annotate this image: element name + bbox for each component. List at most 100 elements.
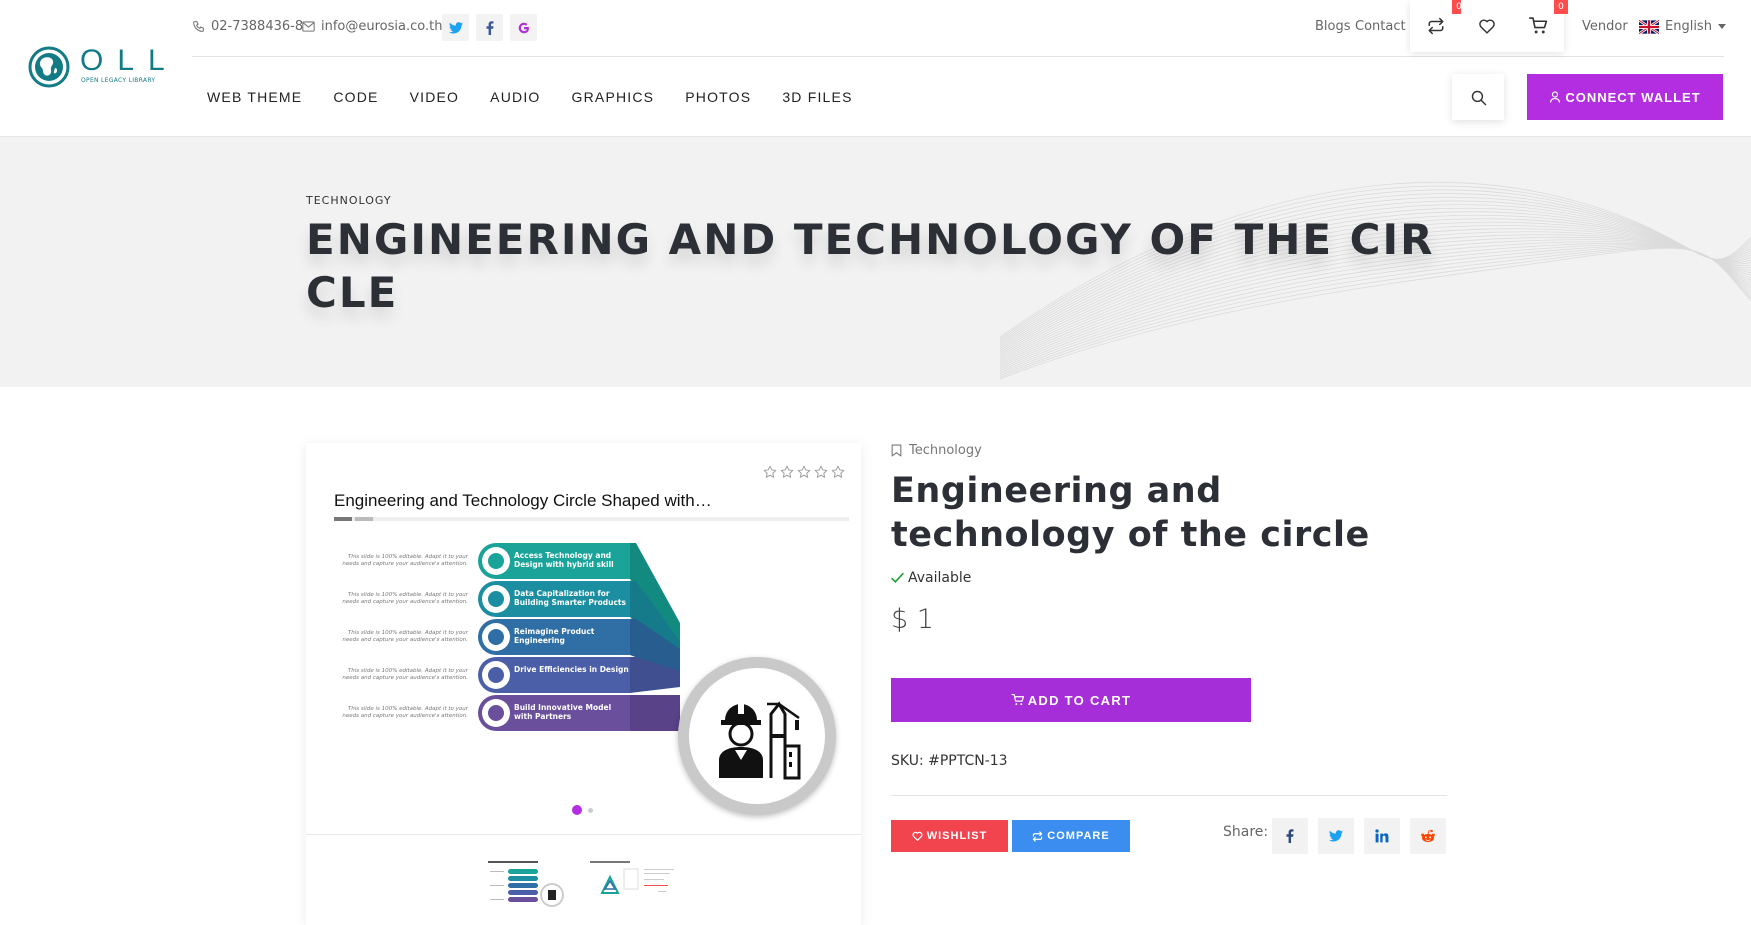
share-facebook-button[interactable] bbox=[1272, 818, 1308, 854]
wishlist-label: WISHLIST bbox=[926, 830, 988, 842]
star-icon[interactable] bbox=[831, 465, 845, 479]
thumbnail-strip bbox=[306, 834, 861, 925]
gallery-slide[interactable]: Engineering and Technology Circle Shaped… bbox=[326, 491, 849, 815]
compare-label: COMPARE bbox=[1047, 830, 1110, 842]
thumbnail-1[interactable] bbox=[486, 859, 576, 911]
contact-link[interactable]: Contact bbox=[1355, 19, 1406, 34]
product-price: $ 1 bbox=[891, 604, 934, 635]
product-category[interactable]: Technology bbox=[891, 443, 1447, 458]
pie-chart-icon bbox=[482, 699, 510, 727]
cart-icon bbox=[1011, 694, 1024, 706]
slide-progress bbox=[334, 517, 849, 521]
facebook-icon bbox=[486, 20, 493, 35]
header-action-icons: 0 0 bbox=[1410, 0, 1568, 52]
gear-icon bbox=[482, 661, 510, 689]
nav-item-graphics[interactable]: GRAPHICS bbox=[572, 89, 655, 105]
star-icon[interactable] bbox=[780, 465, 794, 479]
product-info: Technology Engineering and technology of… bbox=[891, 443, 1447, 854]
product-category-label: Technology bbox=[909, 443, 982, 458]
page-title: ENGINEERING AND TECHNOLOGY OF THE CIRCLE bbox=[306, 215, 1435, 317]
step-ribbon bbox=[630, 657, 680, 693]
user-icon bbox=[1550, 91, 1561, 103]
search-button[interactable] bbox=[1452, 74, 1504, 120]
star-icon[interactable] bbox=[763, 465, 777, 479]
compare-button[interactable]: COMPARE bbox=[1012, 820, 1130, 852]
nav-item-code[interactable]: CODE bbox=[333, 89, 378, 105]
step-caption: This slide is 100% editable. Adapt it to… bbox=[342, 668, 468, 681]
rating-stars[interactable] bbox=[763, 465, 845, 479]
nav-item-photos[interactable]: PHOTOS bbox=[685, 89, 751, 105]
product-sku: SKU: #PPTCN-13 bbox=[891, 753, 1008, 769]
language-label: English bbox=[1665, 19, 1712, 34]
compare-arrows-icon bbox=[1428, 17, 1444, 35]
thumbnail-2[interactable] bbox=[588, 859, 678, 911]
compare-arrows-icon bbox=[1033, 830, 1043, 842]
google-icon bbox=[518, 22, 529, 33]
logo-tagline: OPEN LEGACY LIBRARY bbox=[81, 77, 156, 84]
add-to-cart-label: ADD TO CART bbox=[1027, 692, 1132, 708]
share-reddit-button[interactable] bbox=[1410, 818, 1446, 854]
connect-wallet-button[interactable]: CONNECT WALLET bbox=[1527, 74, 1723, 120]
share-label: Share: bbox=[1223, 824, 1269, 840]
google-button[interactable] bbox=[510, 14, 537, 41]
reddit-icon bbox=[1421, 829, 1435, 842]
nav-item-web-theme[interactable]: WEB THEME bbox=[207, 89, 302, 105]
star-icon[interactable] bbox=[797, 465, 811, 479]
idea-head-icon bbox=[482, 623, 510, 651]
blogs-link[interactable]: Blogs bbox=[1315, 19, 1351, 34]
add-to-cart-button[interactable]: ADD TO CART bbox=[891, 678, 1251, 722]
team-icon bbox=[482, 547, 510, 575]
hero-category: TECHNOLOGY bbox=[306, 194, 392, 207]
language-selector[interactable]: English bbox=[1639, 19, 1726, 34]
step-row: This slide is 100% editable. Adapt it to… bbox=[326, 543, 846, 663]
pager-dot[interactable] bbox=[588, 807, 593, 813]
pager-dot-active[interactable] bbox=[572, 805, 582, 815]
vendor-link[interactable]: Vendor bbox=[1582, 19, 1628, 34]
email-contact[interactable]: info@eurosia.co.th bbox=[302, 19, 442, 34]
share-twitter-button[interactable] bbox=[1318, 818, 1354, 854]
heart-icon bbox=[1479, 19, 1495, 34]
nav-item-3d-files[interactable]: 3D FILES bbox=[782, 89, 852, 105]
wishlist-header-button[interactable] bbox=[1461, 0, 1513, 52]
main-nav: WEB THEME CODE VIDEO AUDIO GRAPHICS PHOT… bbox=[207, 89, 884, 105]
site-logo[interactable]: OLL OPEN LEGACY LIBRARY bbox=[28, 44, 165, 90]
availability-status: Available bbox=[891, 570, 1447, 586]
site-header: OLL OPEN LEGACY LIBRARY 02-7388436-8 inf… bbox=[0, 0, 1751, 137]
check-icon bbox=[891, 572, 904, 583]
facebook-icon bbox=[1286, 829, 1294, 843]
caret-down-icon bbox=[1717, 24, 1726, 29]
product-title: Engineering and technology of the circle bbox=[891, 471, 1370, 555]
search-icon bbox=[1471, 90, 1486, 105]
phone-number: 02-7388436-8 bbox=[211, 19, 304, 34]
slide-title: Engineering and Technology Circle Shaped… bbox=[334, 491, 712, 510]
wishlist-button[interactable]: WISHLIST bbox=[891, 820, 1008, 852]
bookmark-icon bbox=[891, 444, 902, 457]
cart-icon bbox=[1528, 17, 1547, 34]
cart-count-badge: 0 bbox=[1554, 0, 1568, 14]
heart-icon bbox=[912, 831, 923, 841]
phone-contact[interactable]: 02-7388436-8 bbox=[192, 19, 303, 34]
twitter-icon bbox=[1329, 830, 1343, 842]
nav-item-audio[interactable]: AUDIO bbox=[490, 89, 540, 105]
engineer-badge bbox=[678, 657, 836, 815]
globe-logo-icon bbox=[28, 46, 70, 88]
divider bbox=[891, 795, 1447, 796]
engineer-crane-icon bbox=[719, 701, 801, 780]
data-search-icon bbox=[482, 585, 510, 613]
step-ribbon bbox=[630, 695, 680, 731]
step-caption: This slide is 100% editable. Adapt it to… bbox=[342, 706, 468, 719]
email-address: info@eurosia.co.th bbox=[321, 19, 443, 34]
connect-wallet-label: CONNECT WALLET bbox=[1565, 89, 1701, 105]
nav-item-video[interactable]: VIDEO bbox=[410, 89, 460, 105]
step-row: This slide is 100% editable. Adapt it to… bbox=[326, 581, 846, 671]
step-row: This slide is 100% editable. Adapt it to… bbox=[326, 619, 846, 674]
mail-icon bbox=[302, 21, 315, 32]
phone-icon bbox=[193, 21, 204, 32]
share-linkedin-button[interactable] bbox=[1364, 818, 1400, 854]
uk-flag-icon bbox=[1639, 19, 1659, 34]
step-caption: This slide is 100% editable. Adapt it to… bbox=[342, 592, 468, 605]
step-caption: This slide is 100% editable. Adapt it to… bbox=[342, 630, 468, 643]
twitter-button[interactable] bbox=[442, 14, 469, 41]
star-icon[interactable] bbox=[814, 465, 828, 479]
facebook-button[interactable] bbox=[476, 14, 503, 41]
